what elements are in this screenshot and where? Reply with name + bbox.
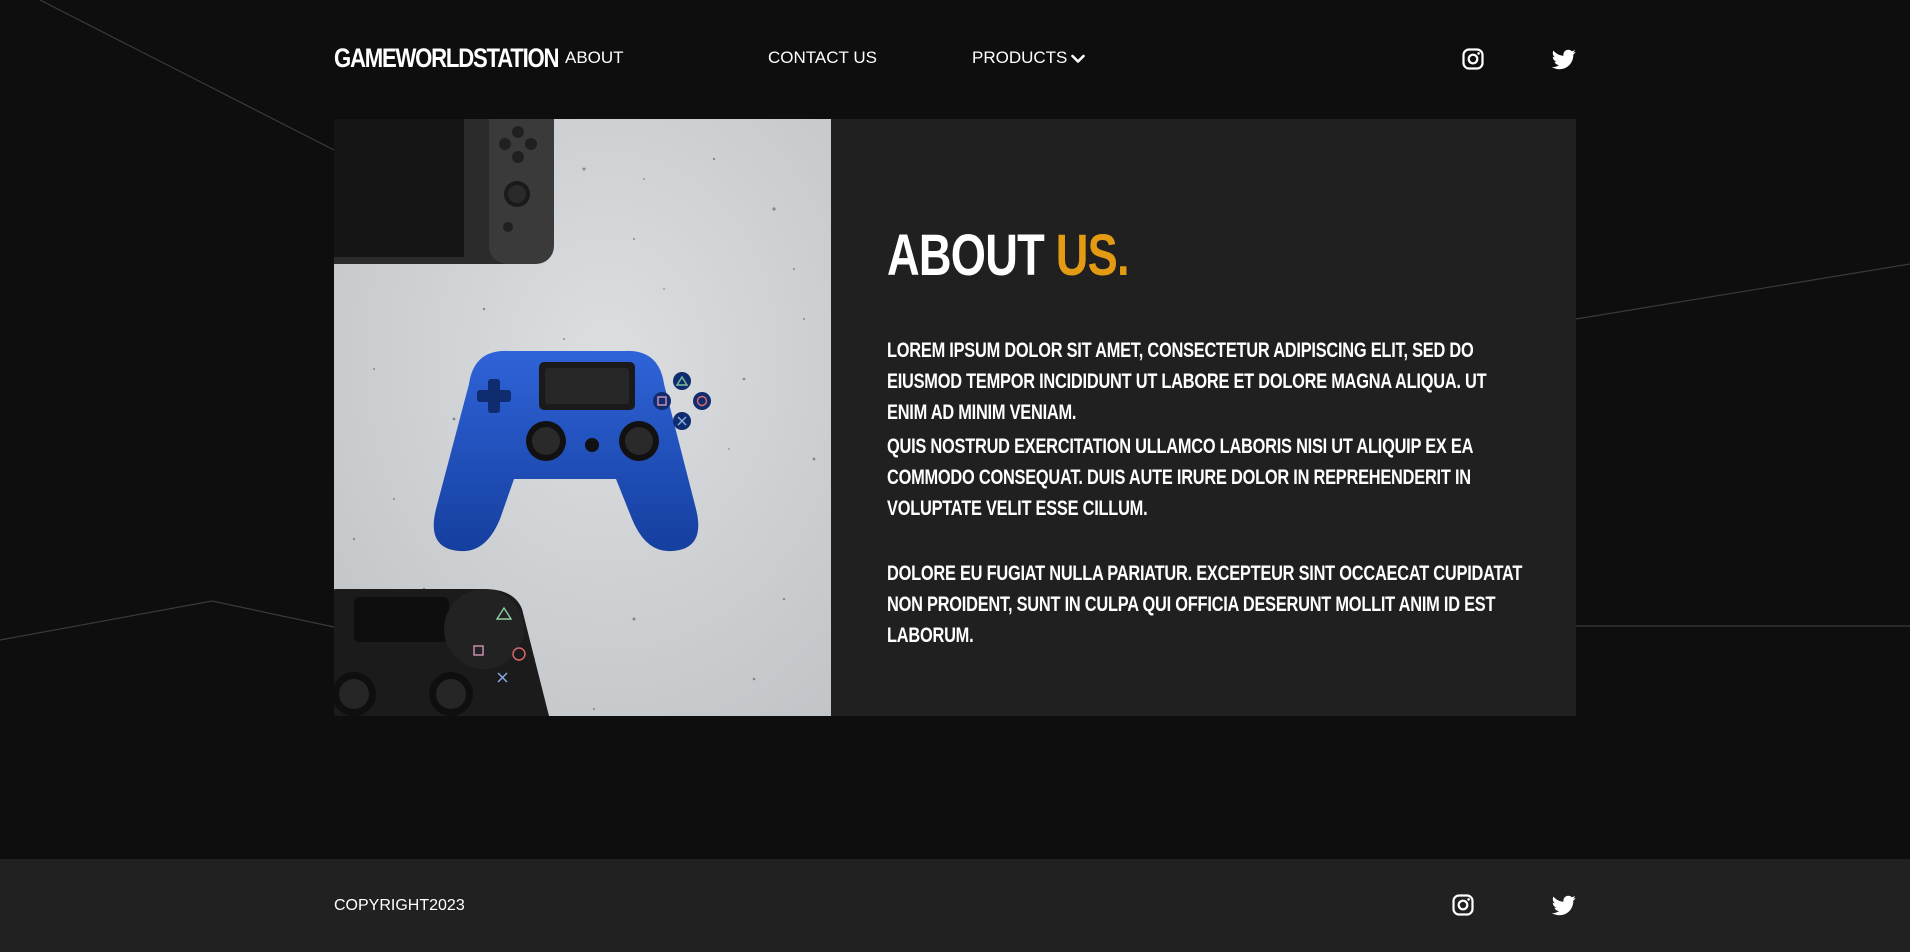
site-header: GAMEWORLDSTATION ABOUT CONTACT US PRODUC… bbox=[334, 40, 1576, 76]
twitter-icon[interactable] bbox=[1552, 893, 1576, 917]
about-title: ABOUT US. bbox=[887, 221, 1394, 291]
about-paragraph-2: QUIS NOSTRUD EXERCITATION ULLAMCO LABORI… bbox=[887, 435, 1473, 520]
nav-about-link[interactable]: ABOUT bbox=[565, 40, 624, 76]
about-paragraph-3: DOLORE EU FUGIAT NULLA PARIATUR. EXCEPTE… bbox=[887, 562, 1523, 647]
nav-products-label: PRODUCTS bbox=[972, 48, 1068, 67]
instagram-icon[interactable] bbox=[1461, 47, 1485, 71]
about-title-main: ABOUT bbox=[887, 223, 1056, 288]
twitter-icon[interactable] bbox=[1552, 47, 1576, 71]
page: GAMEWORLDSTATION ABOUT CONTACT US PRODUC… bbox=[0, 0, 1910, 952]
instagram-icon[interactable] bbox=[1451, 893, 1475, 917]
controllers-photo bbox=[334, 119, 831, 716]
about-paragraph-1: LOREM IPSUM DOLOR SIT AMET, CONSECTETUR … bbox=[887, 339, 1487, 424]
nav-contact-link[interactable]: CONTACT US bbox=[768, 40, 877, 76]
chevron-down-icon bbox=[1071, 41, 1086, 77]
about-content: ABOUT US. LOREM IPSUM DOLOR SIT AMET, CO… bbox=[887, 221, 1537, 647]
site-footer: COPYRIGHT2023 bbox=[0, 859, 1910, 952]
site-logo[interactable]: GAMEWORLDSTATION bbox=[334, 40, 559, 76]
about-section: ABOUT US. LOREM IPSUM DOLOR SIT AMET, CO… bbox=[334, 119, 1576, 716]
about-title-accent: US. bbox=[1055, 223, 1130, 288]
nav-products-dropdown[interactable]: PRODUCTS bbox=[972, 40, 1086, 77]
copyright-text: COPYRIGHT2023 bbox=[334, 897, 465, 914]
